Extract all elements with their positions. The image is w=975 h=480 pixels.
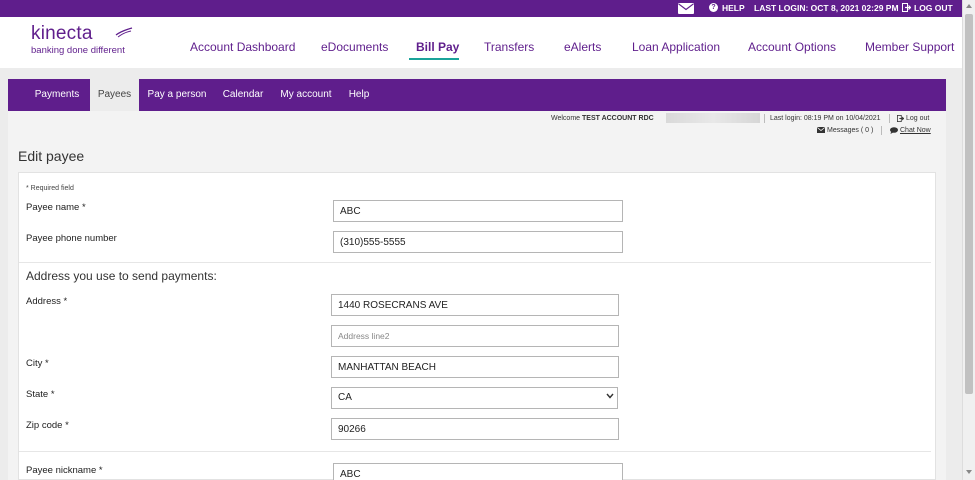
logo-swoosh-icon bbox=[115, 27, 133, 38]
tab-pay-a-person[interactable]: Pay a person bbox=[143, 79, 211, 111]
page-title: Edit payee bbox=[18, 148, 85, 164]
tab-payees[interactable]: Payees bbox=[90, 79, 139, 111]
payee-phone-input[interactable] bbox=[333, 231, 623, 253]
divider bbox=[889, 114, 890, 123]
chevron-down-icon bbox=[606, 393, 614, 399]
session-logout-link[interactable]: Log out bbox=[897, 114, 929, 123]
payee-name-label: Payee name * bbox=[26, 202, 86, 213]
scroll-up-arrow-icon[interactable] bbox=[966, 4, 972, 8]
tab-help[interactable]: Help bbox=[344, 79, 374, 111]
welcome-prefix: Welcome bbox=[551, 115, 581, 122]
site-header: kinecta banking done different Account D… bbox=[0, 17, 962, 68]
logout-label: LOG OUT bbox=[914, 3, 953, 13]
tab-calendar[interactable]: Calendar bbox=[218, 79, 268, 111]
zip-code-input[interactable] bbox=[331, 418, 619, 440]
payee-nickname-label: Payee nickname * bbox=[26, 465, 103, 476]
scroll-thumb[interactable] bbox=[965, 14, 973, 394]
state-select-value: CA bbox=[331, 387, 618, 409]
account-name: TEST ACCOUNT RDC bbox=[582, 115, 654, 122]
city-label: City * bbox=[26, 358, 49, 369]
tab-my-account[interactable]: My account bbox=[276, 79, 336, 111]
divider bbox=[881, 126, 882, 135]
section-divider bbox=[19, 262, 931, 263]
nav-transfers[interactable]: Transfers bbox=[484, 40, 534, 54]
bill-pay-panel: Payments Payees Pay a person Calendar My… bbox=[8, 79, 946, 480]
nav-account-dashboard[interactable]: Account Dashboard bbox=[190, 40, 295, 54]
nav-ealerts[interactable]: eAlerts bbox=[564, 40, 601, 54]
envelope-icon bbox=[817, 127, 825, 134]
logo-wordmark: kinecta bbox=[31, 23, 93, 44]
nav-bill-pay[interactable]: Bill Pay bbox=[416, 40, 459, 54]
utility-bar: ? HELP LAST LOGIN: OCT 8, 2021 02:29 PM L… bbox=[0, 0, 962, 17]
question-circle-icon: ? bbox=[709, 3, 718, 13]
address-section-heading: Address you use to send payments: bbox=[26, 269, 217, 283]
required-field-note: * Required field bbox=[26, 185, 74, 192]
logout-link[interactable]: LOG OUT bbox=[902, 0, 953, 17]
section-divider bbox=[19, 451, 931, 452]
state-label: State * bbox=[26, 389, 55, 400]
last-login-text: LAST LOGIN: OCT 8, 2021 02:29 PM bbox=[754, 3, 899, 13]
help-link[interactable]: ? HELP bbox=[709, 0, 745, 17]
city-input[interactable] bbox=[331, 356, 619, 378]
logout-icon bbox=[902, 3, 911, 13]
zip-code-label: Zip code * bbox=[26, 420, 69, 431]
active-nav-underline bbox=[409, 58, 459, 60]
logo-tagline: banking done different bbox=[31, 45, 125, 56]
nav-loan-application[interactable]: Loan Application bbox=[632, 40, 720, 54]
logout-icon bbox=[897, 114, 905, 122]
payee-name-input[interactable] bbox=[333, 200, 623, 222]
chat-now-label: Chat Now bbox=[900, 127, 931, 134]
session-last-login: Last login: 08:19 PM on 10/04/2021 bbox=[770, 115, 881, 122]
address-input[interactable] bbox=[331, 294, 619, 316]
nav-edocuments[interactable]: eDocuments bbox=[321, 40, 388, 54]
divider bbox=[764, 114, 765, 123]
edit-payee-form: * Required field Payee name * Payee phon… bbox=[18, 172, 936, 480]
kinecta-logo[interactable]: kinecta banking done different bbox=[31, 23, 133, 56]
payee-nickname-input[interactable] bbox=[333, 463, 623, 480]
payee-phone-label: Payee phone number bbox=[26, 233, 117, 244]
nav-account-options[interactable]: Account Options bbox=[748, 40, 836, 54]
messages-label: Messages ( 0 ) bbox=[827, 127, 874, 134]
address-line2-input[interactable] bbox=[331, 325, 619, 347]
bill-pay-sub-nav: Payments Payees Pay a person Calendar My… bbox=[8, 79, 946, 111]
masked-account-info bbox=[666, 113, 760, 123]
chat-bubble-icon bbox=[890, 126, 898, 134]
tab-payments[interactable]: Payments bbox=[26, 79, 88, 111]
messages-link[interactable]: Messages ( 0 ) bbox=[817, 126, 873, 135]
help-label: HELP bbox=[722, 3, 745, 13]
chat-now-link[interactable]: Chat Now bbox=[890, 126, 931, 135]
page-scrollbar[interactable] bbox=[962, 0, 975, 480]
address-label: Address * bbox=[26, 296, 68, 307]
nav-member-support[interactable]: Member Support bbox=[865, 40, 954, 54]
welcome-text: Welcome TEST ACCOUNT RDC bbox=[551, 114, 654, 123]
envelope-icon[interactable] bbox=[678, 3, 694, 14]
scroll-down-arrow-icon[interactable] bbox=[966, 470, 972, 474]
session-logout-label: Log out bbox=[906, 115, 930, 122]
